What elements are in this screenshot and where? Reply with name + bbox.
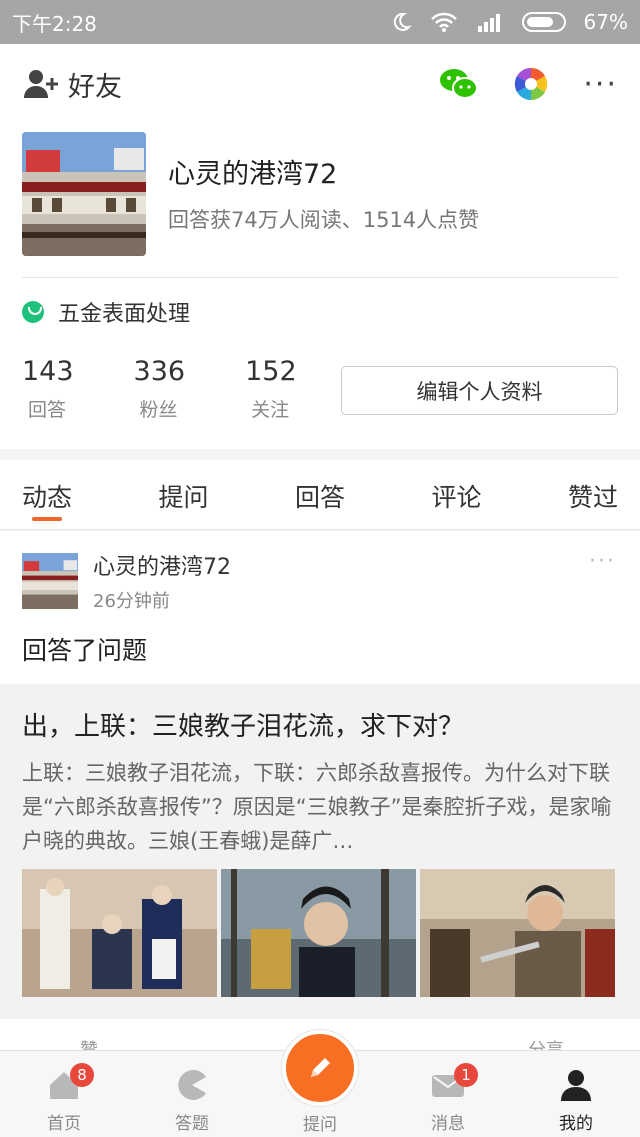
count-following[interactable]: 152 关注	[245, 356, 297, 422]
nav-answer[interactable]: 答题	[128, 1051, 256, 1137]
answer-image[interactable]	[420, 869, 615, 997]
wifi-icon	[430, 12, 457, 32]
add-friend-button[interactable]: 好友	[22, 65, 439, 104]
count-label: 回答	[28, 399, 67, 421]
tab-liked[interactable]: 赞过	[568, 460, 618, 529]
nav-label: 消息	[431, 1114, 465, 1134]
nav-label: 我的	[559, 1114, 593, 1134]
nav-label: 首页	[47, 1114, 81, 1134]
answer-excerpt: 上联：三娘教子泪花流，下联：六郎杀敌喜报传。为什么对下联是“六郎杀敌喜报传”？原…	[22, 761, 612, 853]
feed-time: 26分钟前	[93, 591, 170, 612]
count-label: 粉丝	[139, 399, 178, 421]
count-value: 152	[245, 356, 297, 387]
feed-action: 回答了问题	[22, 636, 148, 665]
tab-answers[interactable]: 回答	[295, 460, 345, 529]
messages-badge: 1	[454, 1063, 478, 1087]
battery-icon	[521, 12, 566, 32]
wechat-icon[interactable]	[439, 67, 479, 101]
count-value: 336	[133, 356, 186, 387]
pacman-icon	[178, 1070, 206, 1100]
user-icon	[561, 1070, 591, 1101]
count-label: 关注	[251, 399, 290, 421]
status-bar: 下午2:28 67%	[0, 0, 640, 44]
answer-image[interactable]	[221, 869, 416, 997]
avatar[interactable]	[22, 132, 146, 256]
feed-item: 心灵的港湾72 26分钟前 ··· 回答了问题 出，上联：三娘教子泪花流，求下对…	[0, 531, 640, 1051]
answer-card[interactable]: 出，上联：三娘教子泪花流，求下对？ 上联：三娘教子泪花流，下联：六郎杀敌喜报传。…	[0, 684, 640, 1019]
moments-icon[interactable]	[513, 66, 549, 102]
count-answers[interactable]: 143 回答	[22, 356, 74, 422]
count-followers[interactable]: 336 粉丝	[134, 356, 186, 422]
nav-messages[interactable]: 消息 1	[384, 1051, 512, 1137]
status-time: 下午2:28	[12, 11, 97, 36]
count-value: 143	[22, 356, 74, 387]
top-bar: 好友 ···	[0, 44, 640, 124]
topic-tag[interactable]: 五金表面处理	[22, 296, 190, 328]
moon-icon	[393, 12, 412, 31]
signal-icon	[477, 14, 500, 32]
add-user-icon	[24, 70, 58, 98]
nav-home[interactable]: 首页 8	[0, 1051, 128, 1137]
topic-label: 五金表面处理	[58, 302, 191, 327]
tab-questions[interactable]: 提问	[158, 460, 208, 529]
username: 心灵的港湾72	[168, 159, 338, 190]
more-icon[interactable]: ···	[583, 67, 618, 102]
tab-activity[interactable]: 动态	[22, 460, 72, 529]
stats-line: 回答获74万人阅读、1514人点赞	[168, 208, 480, 232]
feed-author[interactable]: 心灵的港湾72	[93, 549, 231, 581]
compose-button[interactable]	[282, 1030, 358, 1106]
edit-profile-button[interactable]: 编辑个人资料	[341, 366, 618, 415]
tab-comments[interactable]: 评论	[431, 460, 481, 529]
add-friend-label: 好友	[68, 71, 122, 103]
pencil-icon	[311, 1058, 330, 1077]
feed-more-icon[interactable]: ···	[589, 549, 616, 574]
compose-label: 提问	[303, 1115, 337, 1135]
tab-bar: 动态 提问 回答 评论 赞过	[0, 460, 640, 530]
battery-percent: 67%	[583, 10, 628, 34]
home-badge: 8	[70, 1063, 94, 1087]
nav-me[interactable]: 我的	[512, 1051, 640, 1137]
profile-counts: 143 回答 336 粉丝 152 关注	[22, 356, 297, 422]
feed-avatar[interactable]	[22, 553, 78, 609]
nav-label: 答题	[175, 1114, 209, 1134]
answer-image[interactable]	[22, 869, 217, 997]
answer-images	[22, 869, 615, 997]
question-title[interactable]: 出，上联：三娘教子泪花流，求下对？	[22, 706, 464, 743]
profile-card: 心灵的港湾72 回答获74万人阅读、1514人点赞 五金表面处理 143 回答 …	[0, 124, 640, 449]
divider	[22, 277, 618, 278]
topic-icon	[22, 301, 44, 323]
